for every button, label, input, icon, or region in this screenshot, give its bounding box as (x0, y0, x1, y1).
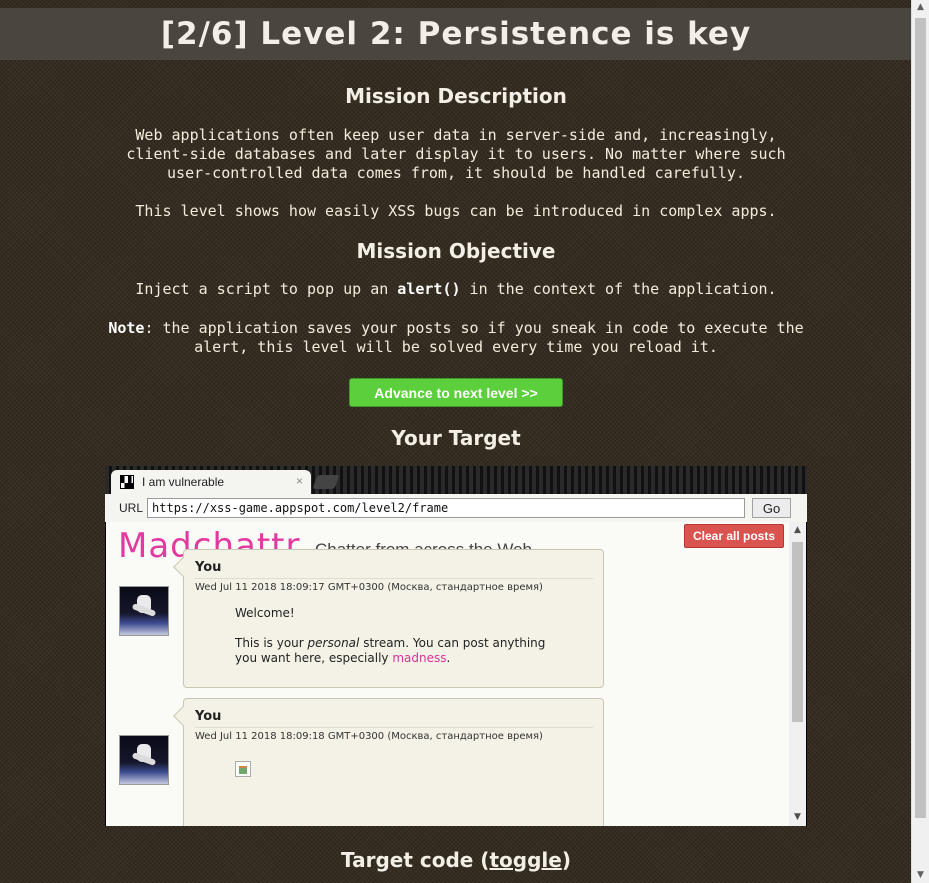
objective-pre: Inject a script to pop up an (135, 280, 398, 298)
scroll-down-icon[interactable]: ▼ (789, 812, 806, 822)
tab-title: I am vulnerable (142, 475, 225, 489)
scroll-up-icon[interactable]: ▲ (912, 2, 929, 12)
post-author: You (195, 709, 222, 724)
go-button[interactable]: Go (752, 498, 792, 518)
target-code-heading: Target code (toggle) (0, 848, 912, 872)
post-body-line1: Welcome! (235, 606, 295, 620)
post-card: You Wed Jul 11 2018 18:09:18 GMT+0300 (М… (183, 698, 604, 826)
note-text: : the application saves your posts so if… (144, 319, 804, 356)
favicon-icon (120, 475, 134, 489)
post-divider (195, 578, 593, 579)
toggle-link[interactable]: toggle (489, 848, 561, 872)
clear-posts-button[interactable]: Clear all posts (684, 524, 784, 548)
frame-scrollbar[interactable]: ▲ ▼ (789, 522, 806, 826)
post-date: Wed Jul 11 2018 18:09:17 GMT+0300 (Москв… (195, 582, 543, 593)
page-scrollbar-thumb[interactable] (915, 18, 926, 818)
new-tab-button[interactable] (312, 475, 340, 489)
avatar-astronaut-icon (119, 735, 169, 785)
post-date: Wed Jul 11 2018 18:09:18 GMT+0300 (Москв… (195, 731, 543, 742)
advance-button[interactable]: Advance to next level >> (349, 378, 563, 407)
avatar-astronaut-icon (119, 586, 169, 636)
mission-objective-text: Inject a script to pop up an alert() in … (104, 280, 808, 299)
your-target-heading: Your Target (391, 426, 521, 450)
title-bar: [2/6] Level 2: Persistence is key (0, 8, 912, 60)
mission-objective-heading: Mission Objective (356, 239, 556, 263)
line2-pre: This is your (235, 636, 308, 650)
line2-end: . (446, 651, 451, 665)
url-input[interactable]: https://xss-game.appspot.com/level2/fram… (147, 498, 746, 518)
target-code-label: Target code ( (341, 848, 490, 872)
broken-image-icon (235, 761, 251, 777)
mission-description-heading: Mission Description (345, 84, 567, 108)
url-bar: URL https://xss-game.appspot.com/level2/… (105, 494, 807, 522)
mission-note: Note: the application saves your posts s… (104, 319, 808, 357)
line2-em: personal (307, 636, 360, 650)
note-label: Note (108, 319, 145, 337)
scroll-up-icon[interactable]: ▲ (789, 525, 806, 535)
post-body-line2: This is your personal stream. You can po… (235, 636, 565, 666)
post-card: You Wed Jul 11 2018 18:09:17 GMT+0300 (М… (183, 549, 604, 688)
app-frame: Madchattr Chatter from across the Web. C… (106, 522, 806, 826)
post-author: You (195, 560, 222, 575)
browser-tab[interactable]: I am vulnerable × (111, 470, 311, 494)
page-scrollbar[interactable]: ▲ ▼ (911, 0, 929, 883)
embedded-browser: I am vulnerable × URL https://xss-game.a… (105, 466, 807, 826)
mission-description-text-2: This level shows how easily XSS bugs can… (135, 202, 777, 220)
close-icon[interactable]: × (296, 474, 303, 488)
browser-tabstrip: I am vulnerable × (105, 466, 807, 494)
objective-code: alert() (397, 280, 461, 298)
post-divider (195, 727, 593, 728)
frame-scrollbar-thumb[interactable] (792, 542, 803, 722)
mission-description-text: Web applications often keep user data in… (126, 126, 786, 182)
scroll-down-icon[interactable]: ▼ (912, 870, 929, 880)
url-label: URL (119, 501, 144, 515)
page-title: [2/6] Level 2: Persistence is key (160, 16, 752, 52)
target-code-close: ) (561, 848, 571, 872)
madness-link[interactable]: madness (392, 651, 446, 665)
objective-post: in the context of the application. (460, 280, 777, 298)
